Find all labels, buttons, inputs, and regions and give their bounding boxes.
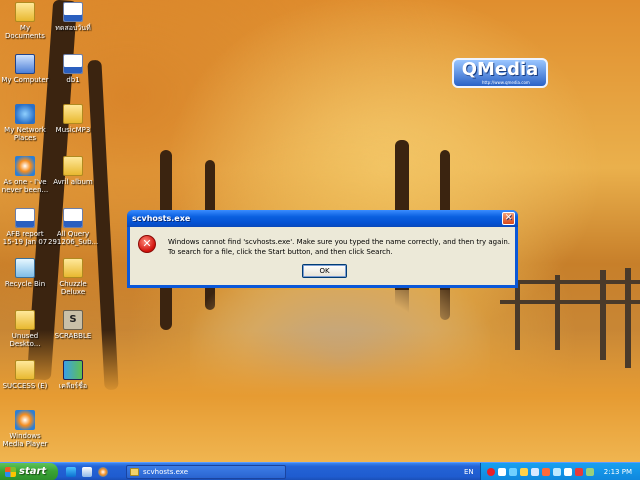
desktop-icon-as-one[interactable]: As one - I've never been... [0,156,50,194]
tray-app-icon[interactable] [542,468,550,476]
icon-label: SUCCESS (E) [2,382,48,390]
icon-label: SCRABBLE [54,332,92,340]
task-label: scvhosts.exe [143,468,189,476]
network-icon [15,104,35,124]
document-icon [15,208,35,228]
fence-post [625,268,631,368]
close-icon: ✕ [504,213,513,223]
icon-label: Unused Deskto... [9,332,41,348]
error-icon: ✕ [138,235,156,253]
icon-label: My Documents [5,24,45,40]
tray-app-icon[interactable] [575,468,583,476]
folder-icon [63,258,83,278]
document-icon [63,54,83,74]
logo-subtext: http://www.qmedia.com [482,80,530,85]
folder-icon [15,310,35,330]
fallen-leaves [0,330,640,462]
fence-post [555,275,560,350]
document-icon [63,208,83,228]
icon-label: All Query 291206_Sub... [48,230,99,246]
network-icon[interactable] [509,468,517,476]
media-file-icon [15,156,35,176]
antivirus-icon[interactable] [487,468,495,476]
language-indicator[interactable]: EN [464,463,474,480]
dialog-title: scvhosts.exe [132,214,191,223]
volume-icon[interactable] [531,468,539,476]
desktop-icon-afb-report[interactable]: AFB report 15-19 Jan 07 [0,208,50,246]
fence-rail [500,300,640,304]
start-button[interactable]: start [0,463,58,480]
error-dialog[interactable]: scvhosts.exe ✕ ✕ Windows cannot find 'sc… [127,210,518,288]
tray-app-icon[interactable] [586,468,594,476]
windows-media-player-icon[interactable] [98,467,108,477]
icon-label: Recycle Bin [4,280,46,288]
folder-icon [15,2,35,22]
desktop-icon-windows-media-player[interactable]: Windows Media Player [0,410,50,448]
desktop-icon-my-network-places[interactable]: My Network Places [0,104,50,142]
dialog-title-bar[interactable]: scvhosts.exe ✕ [127,210,518,227]
document-icon [63,2,83,22]
folder-icon [63,156,83,176]
desktop-icon-success-e[interactable]: SUCCESS (E) [0,360,50,390]
show-desktop-icon[interactable] [82,467,92,477]
close-button[interactable]: ✕ [502,212,515,225]
icon-label: ทดสอบวันที่ [55,24,91,32]
tray-app-icon[interactable] [553,468,561,476]
desktop-icon-my-documents[interactable]: My Documents [0,2,50,40]
icon-label: MusicMP3 [55,126,91,134]
taskbar: start scvhosts.exe EN 2:13 PM [0,462,640,480]
error-icon-glyph: ✕ [142,237,152,250]
app-icon [63,360,83,380]
desktop-icon-thai-document[interactable]: ทดสอบวันที่ [48,2,98,32]
icon-label: My Computer [1,76,49,84]
fence-post [515,280,520,350]
windows-logo-icon [5,467,16,477]
desktop-icon-recycle-bin[interactable]: Recycle Bin [0,258,50,288]
scrabble-icon: S [63,310,83,330]
tray-app-icon[interactable] [498,468,506,476]
icon-label: Avril album [53,178,93,186]
tray-app-icon[interactable] [564,468,572,476]
icon-label: AFB report 15-19 Jan 07 [2,230,48,246]
taskbar-item-scvhosts[interactable]: scvhosts.exe [126,465,286,479]
windows-media-player-icon [15,410,35,430]
start-label: start [19,466,47,477]
desktop-icon-my-computer[interactable]: My Computer [0,54,50,84]
icon-label: As one - I've never been... [1,178,49,194]
ok-button[interactable]: OK [302,264,347,278]
desktop-icon-thai-app[interactable]: เคลียร์ชื่อ [48,360,98,390]
desktop-icon-unused-desktop[interactable]: Unused Deskto... [0,310,50,348]
desktop-icon-db1[interactable]: db1 [48,54,98,84]
fence-rail [500,280,640,284]
internet-explorer-icon[interactable] [66,467,76,477]
icon-label: Chuzzle Deluxe [59,280,87,296]
computer-icon [15,54,35,74]
desktop-icon-avril-album[interactable]: Avril album [48,156,98,186]
folder-icon [130,468,139,476]
icon-label: เคลียร์ชื่อ [58,382,88,390]
recycle-bin-icon [15,258,35,278]
icon-label: My Network Places [4,126,46,142]
clock[interactable]: 2:13 PM [604,463,632,480]
desktop-icon-musicmp3[interactable]: MusicMP3 [48,104,98,134]
fence-post [600,270,606,360]
icon-label: Windows Media Player [2,432,48,448]
tray-app-icon[interactable] [520,468,528,476]
desktop-icon-scrabble[interactable]: S SCRABBLE [48,310,98,340]
folder-icon [63,104,83,124]
icon-label: db1 [66,76,80,84]
system-tray: 2:13 PM [480,463,640,480]
dialog-message: Windows cannot find 'scvhosts.exe'. Make… [168,238,510,256]
folder-icon [15,360,35,380]
qmedia-logo: QMedia http://www.qmedia.com [452,58,548,88]
desktop-icon-chuzzle-deluxe[interactable]: Chuzzle Deluxe [48,258,98,296]
desktop-icon-all-query[interactable]: All Query 291206_Sub... [48,208,98,246]
logo-text: QMedia [461,59,539,80]
